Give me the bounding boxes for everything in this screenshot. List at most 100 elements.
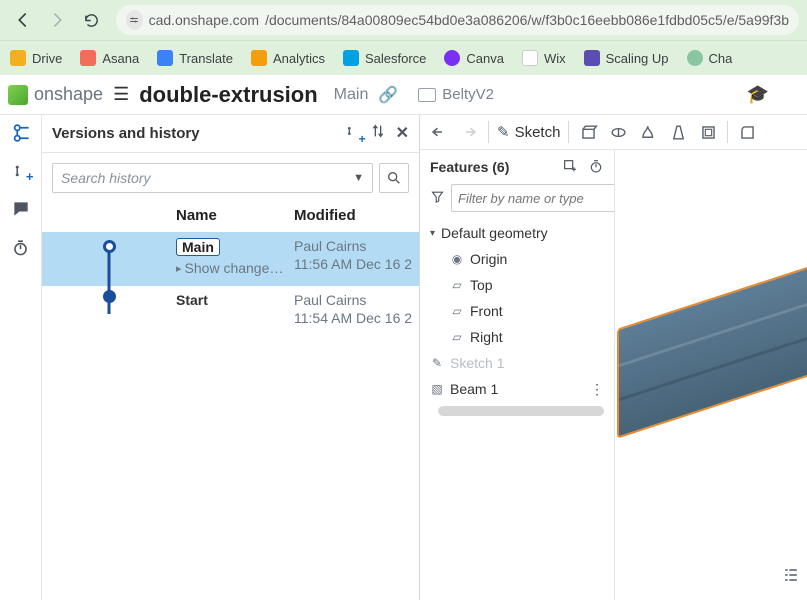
bookmark-scaling-up[interactable]: Scaling Up [584,50,669,66]
filter-icon[interactable] [430,189,445,207]
pencil-icon: ✎ [430,356,444,370]
filter-input[interactable] [451,184,615,212]
app-header: onshape ☰ double-extrusion Main 🔗 BeltyV… [0,75,807,115]
tree-plane-front[interactable]: ▱ Front [428,298,614,324]
tree-sketch-1[interactable]: ✎ Sketch 1 [428,350,614,376]
thicken-icon[interactable] [697,123,719,142]
versions-icon[interactable] [9,121,33,145]
bookmark-drive[interactable]: Drive [10,50,62,66]
compare-icon[interactable] [370,123,386,144]
extrusion-model[interactable] [617,257,807,438]
bookmarks-bar: Drive Asana Translate Analytics Salesfor… [0,41,807,75]
cha-icon [687,50,703,66]
beam-icon: ▧ [430,382,444,396]
plane-icon: ▱ [450,330,464,344]
version-author: Paul Cairns [294,292,419,308]
version-time: 11:56 AM Dec 16 2 [294,256,419,272]
search-history-input[interactable]: Search history ▼ [52,163,373,193]
link-icon[interactable]: 🔗 [378,85,398,105]
chevron-down-icon: ▾ [430,228,435,239]
version-time: 11:54 AM Dec 16 2 [294,310,419,326]
features-title: Features (6) [430,159,509,175]
address-bar[interactable]: cad.onshape.com/documents/84a00809ec54bd… [116,5,799,35]
onshape-logo[interactable]: onshape [8,84,103,105]
create-version-icon[interactable]: + [344,123,360,144]
insert-feature-icon[interactable] [562,158,578,177]
sketch-button[interactable]: ✎ Sketch [497,123,560,141]
tab-name[interactable]: Main [334,86,369,104]
site-settings-icon[interactable] [126,10,143,30]
bookmark-translate[interactable]: Translate [157,50,233,66]
analytics-icon [251,50,267,66]
url-path: /documents/84a00809ec54bd0e3a086206/w/f3… [265,12,789,28]
breadcrumb[interactable]: BeltyV2 [418,86,494,103]
pencil-icon: ✎ [497,123,510,141]
horizontal-scrollbar[interactable] [438,406,604,416]
features-panel: Features (6) ▾ Default geometry ◉ [420,150,615,600]
graph-node-icon [103,240,116,253]
viewport-3d[interactable] [615,153,807,600]
plane-icon: ▱ [450,278,464,292]
onshape-cube-icon [8,85,28,105]
back-button[interactable] [8,5,38,35]
version-row-main[interactable]: Main ▸Show change… Paul Cairns 11:56 AM … [42,232,419,286]
origin-icon: ◉ [450,252,464,266]
rollback-bar-handle-icon[interactable]: ⋮ [590,381,604,398]
comments-icon[interactable] [9,197,33,221]
bookmark-analytics[interactable]: Analytics [251,50,325,66]
versions-panel: Versions and history + ✕ Search history … [42,115,420,600]
show-changes-button[interactable]: ▸Show change… [176,260,294,276]
undo-button[interactable] [428,123,450,141]
search-icon [386,170,402,186]
left-sidebar: + [0,115,42,600]
translate-icon [157,50,173,66]
version-row-start[interactable]: Start Paul Cairns 11:54 AM Dec 16 2 [42,286,419,340]
url-host: cad.onshape.com [149,12,260,28]
tree-plane-top[interactable]: ▱ Top [428,272,614,298]
loft-icon[interactable] [667,123,689,142]
bookmark-asana[interactable]: Asana [80,50,139,66]
salesforce-icon [343,50,359,66]
asana-icon [80,50,96,66]
bookmark-canva[interactable]: Canva [444,50,504,66]
reload-button[interactable] [76,5,106,35]
version-name-main: Main [176,238,220,256]
wix-icon [522,50,538,66]
bookmark-cha[interactable]: Cha [687,50,733,66]
version-author: Paul Cairns [294,238,419,254]
col-modified: Modified [294,207,419,224]
tree-beam-1[interactable]: ▧ Beam 1 ⋮ [428,376,614,402]
folder-icon [418,88,436,102]
sweep-icon[interactable] [637,123,659,142]
add-feature-icon[interactable]: + [9,159,33,183]
tree-default-geometry[interactable]: ▾ Default geometry [428,220,614,246]
revolve-icon[interactable] [607,123,629,142]
plane-icon: ▱ [450,304,464,318]
reload-icon [83,12,100,29]
document-name[interactable]: double-extrusion [139,82,317,108]
versions-title: Versions and history [52,125,200,142]
forward-button[interactable] [42,5,72,35]
view-list-icon[interactable] [781,565,801,590]
rollback-icon[interactable] [588,158,604,177]
arrow-left-icon [14,11,32,29]
canva-icon [444,50,460,66]
menu-button[interactable]: ☰ [113,84,129,105]
tree-plane-right[interactable]: ▱ Right [428,324,614,350]
version-name-start: Start [176,292,208,308]
stopwatch-icon[interactable] [9,235,33,259]
bookmark-wix[interactable]: Wix [522,50,566,66]
graph-node-filled-icon [103,290,116,303]
tree-origin[interactable]: ◉ Origin [428,246,614,272]
scaling-up-icon [584,50,600,66]
search-button[interactable] [379,163,409,193]
feature-toolbar: ✎ Sketch [420,115,807,150]
col-name: Name [176,207,294,224]
bookmark-salesforce[interactable]: Salesforce [343,50,426,66]
extrude-icon[interactable] [577,123,599,142]
redo-button[interactable] [458,123,480,141]
close-versions-icon[interactable]: ✕ [396,123,409,144]
fillet-icon[interactable] [736,123,758,142]
search-dropdown-icon[interactable]: ▼ [353,172,364,184]
graduation-icon[interactable]: 🎓 [747,84,769,105]
